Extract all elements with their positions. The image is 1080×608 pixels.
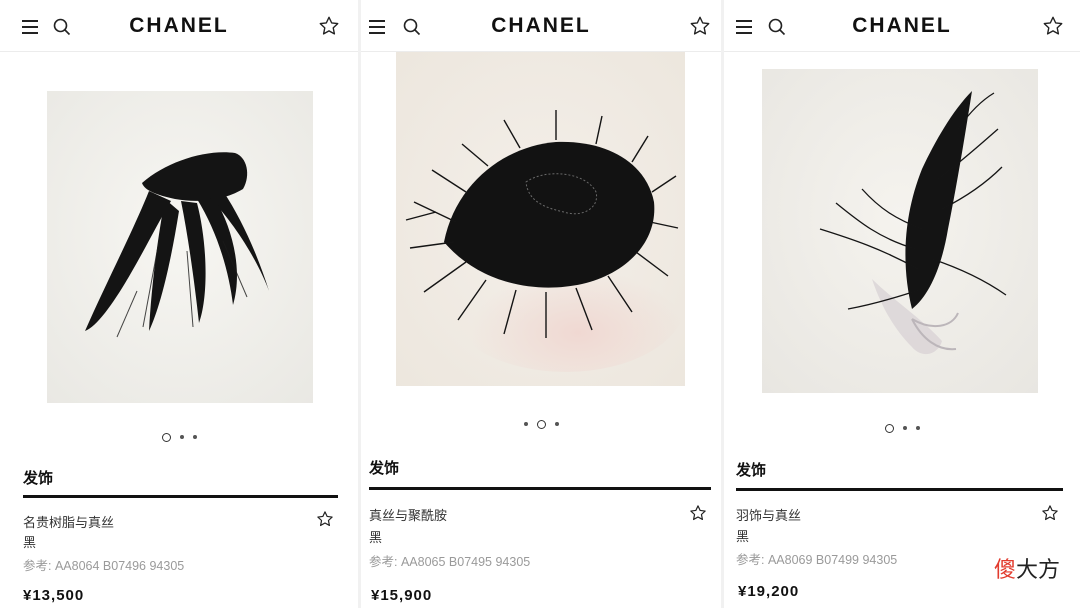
- product-color: 黑: [23, 535, 37, 550]
- carousel-dot[interactable]: [884, 423, 894, 433]
- watermark-part-1: 傻: [993, 558, 1016, 583]
- product-price: ¥13,500: [23, 587, 85, 604]
- star-outline-icon[interactable]: [1041, 504, 1059, 522]
- category-title: 发饰: [736, 462, 767, 479]
- carousel-dot[interactable]: [536, 419, 546, 429]
- product-panel-2: CHANEL 发饰 真丝与聚酰胺 黑 参考: AA8065 B07495 943…: [361, 0, 721, 608]
- star-outline-icon[interactable]: [316, 510, 334, 528]
- brand-logo[interactable]: CHANEL: [361, 14, 721, 38]
- carousel-dot[interactable]: [161, 432, 171, 442]
- divider: [23, 495, 338, 498]
- product-name[interactable]: 羽饰与真丝: [736, 505, 801, 524]
- carousel-dot[interactable]: [902, 426, 907, 430]
- brand-logo[interactable]: CHANEL: [0, 14, 358, 38]
- product-color: 黑: [736, 529, 750, 544]
- watermark-part-2: 大方: [1015, 558, 1060, 583]
- brand-logo[interactable]: CHANEL: [724, 14, 1080, 38]
- category-title: 发饰: [369, 460, 400, 477]
- carousel-dots: [724, 422, 1080, 434]
- watermark: 傻大方: [994, 552, 1060, 584]
- product-panel-3: CHANEL 发饰 羽饰与真丝 黑 参考: AA8069 B07499 9430…: [724, 0, 1080, 608]
- carousel-dot[interactable]: [915, 426, 920, 430]
- divider: [736, 488, 1063, 491]
- product-reference: 参考: AA8064 B07496 94305: [23, 559, 185, 573]
- top-bar: CHANEL: [724, 0, 1080, 52]
- product-image[interactable]: [47, 91, 313, 403]
- carousel-dot[interactable]: [523, 422, 528, 426]
- product-name[interactable]: 名贵树脂与真丝: [23, 512, 114, 531]
- category-title: 发饰: [23, 470, 54, 487]
- product-price: ¥19,200: [738, 583, 800, 600]
- top-bar: CHANEL: [361, 0, 721, 52]
- carousel-dot[interactable]: [554, 422, 559, 426]
- top-bar: CHANEL: [0, 0, 358, 52]
- carousel-dots: [361, 418, 721, 430]
- product-name[interactable]: 真丝与聚酰胺: [369, 505, 447, 524]
- carousel-dot[interactable]: [179, 435, 184, 439]
- product-reference: 参考: AA8065 B07495 94305: [369, 555, 531, 569]
- product-image[interactable]: [396, 52, 685, 386]
- star-outline-icon[interactable]: [689, 15, 711, 37]
- divider: [369, 487, 711, 490]
- carousel-dots: [0, 431, 358, 443]
- product-price: ¥15,900: [371, 587, 433, 604]
- product-color: 黑: [369, 530, 383, 545]
- product-reference: 参考: AA8069 B07499 94305: [736, 553, 898, 567]
- star-outline-icon[interactable]: [689, 504, 707, 522]
- product-panel-1: CHANEL 发饰 名贵树脂与真丝 黑 参考: AA8064 B07496 94…: [0, 0, 358, 608]
- carousel-dot[interactable]: [192, 435, 197, 439]
- product-image[interactable]: [762, 69, 1038, 393]
- star-outline-icon[interactable]: [1042, 15, 1064, 37]
- star-outline-icon[interactable]: [318, 15, 340, 37]
